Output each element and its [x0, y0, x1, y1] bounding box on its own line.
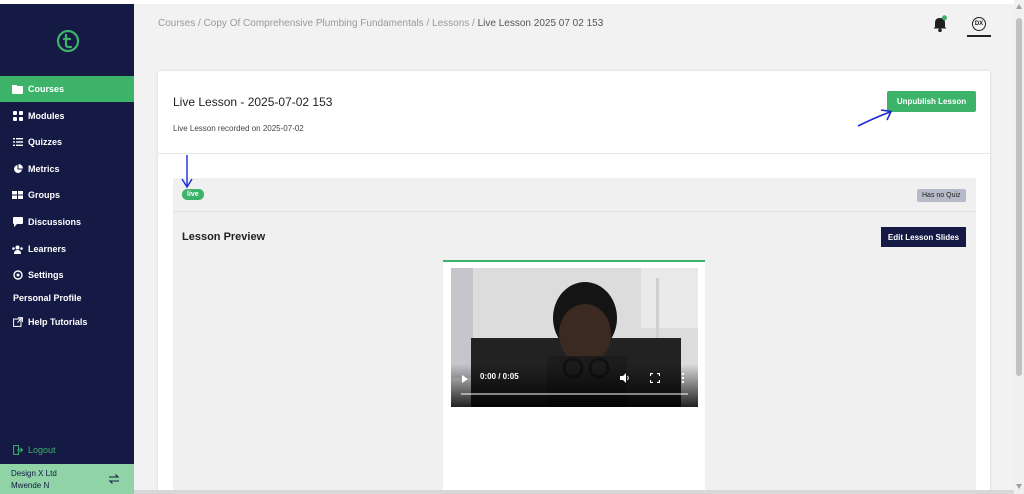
unpublish-lesson-button[interactable]: Unpublish Lesson [887, 91, 976, 112]
sidebar-item-label: Settings [28, 270, 64, 280]
top-edge [0, 0, 1024, 4]
sidebar-item-discussions[interactable]: Discussions [0, 209, 134, 235]
groups-icon [12, 190, 23, 201]
sidebar-item-groups[interactable]: Groups [0, 182, 134, 208]
folder-icon [12, 84, 23, 95]
scroll-down-icon[interactable] [1016, 484, 1022, 489]
sidebar-item-label: Modules [28, 111, 65, 121]
divider [158, 153, 990, 154]
annotation-arrow-icon [181, 155, 193, 189]
lesson-preview-title: Lesson Preview [182, 231, 266, 243]
sidebar-item-courses[interactable]: Courses [0, 76, 134, 102]
fullscreen-icon[interactable] [650, 373, 660, 383]
pie-chart-icon [12, 164, 23, 175]
avatar[interactable]: DX [967, 13, 991, 37]
breadcrumb[interactable]: Courses / Copy Of Comprehensive Plumbing… [158, 18, 603, 29]
logout-label: Logout [28, 445, 56, 455]
divider [173, 211, 976, 212]
video-player[interactable]: 0:00 / 0:05 [451, 268, 698, 407]
more-options-icon[interactable] [681, 372, 685, 384]
list-icon [12, 137, 23, 148]
lesson-preview-box: 0:00 / 0:05 [443, 260, 705, 494]
quiz-badge: Has no Quiz [917, 189, 966, 202]
video-progress-bar[interactable] [461, 393, 688, 395]
sidebar-item-label: Courses [28, 84, 65, 94]
vertical-scrollbar[interactable] [1014, 0, 1024, 494]
lesson-card: Live Lesson - 2025-07-02 153 Live Lesson… [158, 71, 990, 494]
sidebar: Courses Modules Quizzes Metrics Groups D… [0, 4, 134, 494]
sidebar-item-label: Groups [28, 190, 61, 200]
sidebar-item-settings[interactable]: Settings [0, 262, 134, 288]
edit-lesson-slides-button[interactable]: Edit Lesson Slides [881, 227, 966, 247]
scroll-thumb[interactable] [1016, 18, 1022, 376]
video-controls [451, 364, 698, 407]
users-icon [12, 244, 23, 255]
breadcrumb-path[interactable]: Courses / Copy Of Comprehensive Plumbing… [158, 18, 478, 29]
switch-arrows-icon[interactable] [108, 473, 120, 485]
horizontal-scrollbar[interactable] [134, 490, 1014, 494]
sidebar-item-label: Metrics [28, 164, 60, 174]
chat-bubble-icon [12, 217, 23, 228]
sidebar-item-label: Learners [28, 244, 67, 254]
personal-profile-link[interactable]: Personal Profile [13, 293, 82, 303]
grid-icon [12, 111, 23, 122]
sidebar-item-label: Quizzes [28, 137, 63, 147]
play-icon[interactable] [462, 375, 468, 383]
avatar-initials: DX [972, 17, 986, 31]
gear-icon [12, 270, 23, 281]
sidebar-item-modules[interactable]: Modules [0, 103, 134, 129]
logout-icon [13, 445, 23, 455]
organization-switcher[interactable]: Design X Ltd Mwende N [0, 464, 134, 494]
sidebar-item-help-tutorials[interactable]: Help Tutorials [0, 309, 134, 335]
lesson-panel: live Has no Quiz Lesson Preview Edit Les… [173, 178, 976, 494]
external-link-icon [12, 317, 23, 328]
logout-button[interactable]: Logout [13, 445, 56, 455]
annotation-arrow-icon [857, 109, 893, 127]
sidebar-item-learners[interactable]: Learners [0, 236, 134, 262]
breadcrumb-current: Live Lesson 2025 07 02 153 [477, 18, 604, 29]
volume-icon[interactable] [619, 372, 631, 384]
video-time: 0:00 / 0:05 [480, 372, 519, 381]
sidebar-item-metrics[interactable]: Metrics [0, 156, 134, 182]
brand-logo-icon[interactable] [56, 29, 80, 53]
lesson-title: Live Lesson - 2025-07-02 153 [173, 95, 333, 109]
lesson-subtitle: Live Lesson recorded on 2025-07-02 [173, 124, 304, 133]
status-badge: live [182, 189, 204, 200]
sidebar-item-label: Discussions [28, 217, 82, 227]
sidebar-item-quizzes[interactable]: Quizzes [0, 129, 134, 155]
scroll-up-icon[interactable] [1016, 4, 1022, 9]
notification-bell-icon[interactable] [932, 15, 948, 33]
sidebar-item-label: Help Tutorials [28, 317, 88, 327]
